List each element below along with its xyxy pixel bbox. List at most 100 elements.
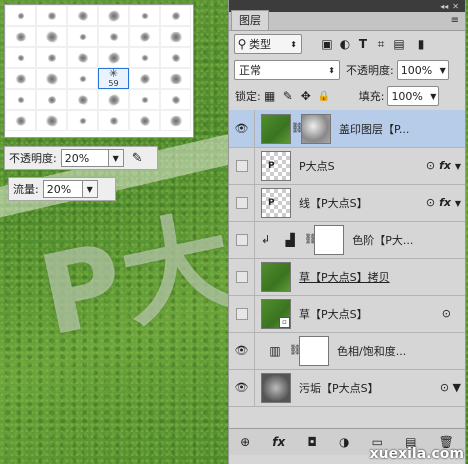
brush-preset[interactable] xyxy=(5,26,36,47)
link-icon[interactable]: ⛓ xyxy=(304,234,317,245)
brush-preset[interactable] xyxy=(98,26,129,47)
brush-preset[interactable] xyxy=(5,68,36,89)
levels-adjustment-icon[interactable]: ▟ xyxy=(276,226,304,254)
filter-shape-icon[interactable]: ⌗ xyxy=(372,35,390,53)
brush-preset[interactable] xyxy=(129,47,160,68)
layer-thumbnail[interactable] xyxy=(261,372,291,403)
brush-picker[interactable]: ✳ 59 xyxy=(4,4,194,138)
layer-row[interactable]: P P大点S ⊙ fx ▼ xyxy=(229,147,465,185)
opacity-value[interactable]: 20% xyxy=(62,152,108,165)
brush-preset[interactable] xyxy=(36,110,67,131)
effects-circle-icon[interactable]: ⊙ ▼ xyxy=(440,381,461,394)
hue-saturation-icon[interactable]: ▥ xyxy=(261,337,289,365)
mask-icon[interactable]: ◘ xyxy=(307,435,317,449)
effects-circle-icon[interactable]: ⊙ xyxy=(426,196,435,209)
visibility-toggle[interactable] xyxy=(229,147,255,184)
collapse-icon[interactable]: ◂◂ xyxy=(440,2,448,11)
visibility-toggle[interactable] xyxy=(229,258,255,295)
layer-name[interactable]: 色阶【P大... xyxy=(352,232,413,248)
eye-icon[interactable]: 👁 xyxy=(229,110,255,147)
filter-image-icon[interactable]: ▣ xyxy=(318,35,336,53)
brush-preset[interactable] xyxy=(129,26,160,47)
brush-preset[interactable] xyxy=(129,68,160,89)
fx-icon[interactable]: ⊙ fx ▼ xyxy=(426,159,461,172)
layer-thumbnail[interactable]: P xyxy=(261,187,291,218)
fx-icon[interactable]: fx xyxy=(272,435,285,449)
close-icon[interactable]: ✕ xyxy=(452,2,459,11)
blend-mode-select[interactable]: 正常 ⬍ xyxy=(234,60,340,80)
fill-field[interactable]: 100% ▼ xyxy=(387,86,440,106)
layer-thumbnail[interactable] xyxy=(261,261,291,292)
brush-preset[interactable] xyxy=(98,110,129,131)
airbrush-icon[interactable]: ✎ xyxy=(132,151,143,166)
brush-preset[interactable] xyxy=(5,110,36,131)
layer-row[interactable]: P 线【P大点S】 ⊙ fx ▼ xyxy=(229,184,465,222)
layer-mask-thumbnail[interactable] xyxy=(301,113,331,144)
brush-preset[interactable] xyxy=(5,5,36,26)
brush-preset[interactable] xyxy=(160,47,191,68)
layer-mask-thumbnail[interactable] xyxy=(314,224,345,255)
brush-preset[interactable] xyxy=(129,110,160,131)
brush-preset[interactable] xyxy=(67,68,98,89)
brush-preset[interactable] xyxy=(160,5,191,26)
lock-position-icon[interactable]: ✥ xyxy=(297,87,315,105)
eye-icon[interactable]: 👁 xyxy=(229,369,255,406)
brush-preset[interactable] xyxy=(160,89,191,110)
brush-preset[interactable] xyxy=(98,89,129,110)
layer-row[interactable]: ▫ 草【P大点S】 ⊙ xyxy=(229,295,465,333)
brush-preset[interactable] xyxy=(5,89,36,110)
lock-pixels-icon[interactable]: ▦ xyxy=(261,87,279,105)
tab-layers[interactable]: 图层 xyxy=(231,10,269,30)
brush-preset[interactable] xyxy=(5,47,36,68)
layer-name[interactable]: 盖印图层【P... xyxy=(339,121,409,137)
brush-preset[interactable] xyxy=(36,5,67,26)
layer-mask-thumbnail[interactable] xyxy=(299,335,329,366)
filter-select[interactable]: ⚲ 类型 ⬍ xyxy=(234,34,302,54)
brush-preset[interactable] xyxy=(67,47,98,68)
layer-opacity-field[interactable]: 100% ▼ xyxy=(396,60,449,80)
layer-row[interactable]: 👁 ▥ ⛓ 色相/饱和度... xyxy=(229,332,465,370)
adjustment-icon[interactable]: ◑ xyxy=(339,435,349,449)
fx-icon[interactable]: ⊙ fx ▼ xyxy=(426,196,461,209)
brush-preset[interactable] xyxy=(67,110,98,131)
layer-thumbnail[interactable]: ▫ xyxy=(261,298,291,329)
chevron-down-icon[interactable]: ▼ xyxy=(440,66,446,75)
brush-preset[interactable] xyxy=(160,110,191,131)
brush-preset[interactable] xyxy=(98,5,129,26)
brush-preset[interactable] xyxy=(129,5,160,26)
lock-all-icon[interactable]: 🔒 xyxy=(315,87,333,105)
layer-name[interactable]: 线【P大点S】 xyxy=(299,195,368,211)
brush-preset[interactable] xyxy=(36,26,67,47)
layer-thumbnail[interactable]: P xyxy=(261,150,291,181)
layer-name[interactable]: 草【P大点S】 xyxy=(299,306,368,322)
visibility-toggle[interactable] xyxy=(229,184,255,221)
flow-field[interactable]: 20% ▼ xyxy=(42,180,98,198)
brush-preset[interactable] xyxy=(129,89,160,110)
layer-name[interactable]: 污垢【P大点S】 xyxy=(299,380,379,396)
fill-value[interactable]: 100% xyxy=(391,90,422,103)
filter-toggle-icon[interactable]: ▮ xyxy=(412,35,430,53)
layer-row[interactable]: 👁 ⛓ 盖印图层【P... xyxy=(229,110,465,148)
brush-preset[interactable] xyxy=(67,26,98,47)
brush-preset[interactable] xyxy=(160,26,191,47)
visibility-toggle[interactable] xyxy=(229,221,255,258)
layer-row[interactable]: 草【P大点S】拷贝 xyxy=(229,258,465,296)
flow-value[interactable]: 20% xyxy=(44,183,82,196)
chevron-down-icon[interactable]: ▼ xyxy=(107,150,123,166)
chevron-down-icon[interactable]: ▼ xyxy=(81,181,97,197)
brush-preset[interactable] xyxy=(67,5,98,26)
brush-preset[interactable] xyxy=(98,47,129,68)
layer-opacity-value[interactable]: 100% xyxy=(401,64,432,77)
opacity-field[interactable]: 20% ▼ xyxy=(60,149,124,167)
layer-row[interactable]: ↲ ▟ ⛓ 色阶【P大... xyxy=(229,221,465,259)
layer-thumbnail[interactable] xyxy=(261,113,291,144)
brush-preset[interactable] xyxy=(36,68,67,89)
panel-menu-icon[interactable]: ≡ xyxy=(451,15,459,26)
brush-preset[interactable] xyxy=(36,47,67,68)
filter-adjustment-icon[interactable]: ◐ xyxy=(336,35,354,53)
brush-preset[interactable] xyxy=(36,89,67,110)
brush-preset[interactable] xyxy=(160,68,191,89)
visibility-toggle[interactable] xyxy=(229,295,255,332)
brush-preset[interactable] xyxy=(67,89,98,110)
layer-name[interactable]: 色相/饱和度... xyxy=(337,343,406,359)
